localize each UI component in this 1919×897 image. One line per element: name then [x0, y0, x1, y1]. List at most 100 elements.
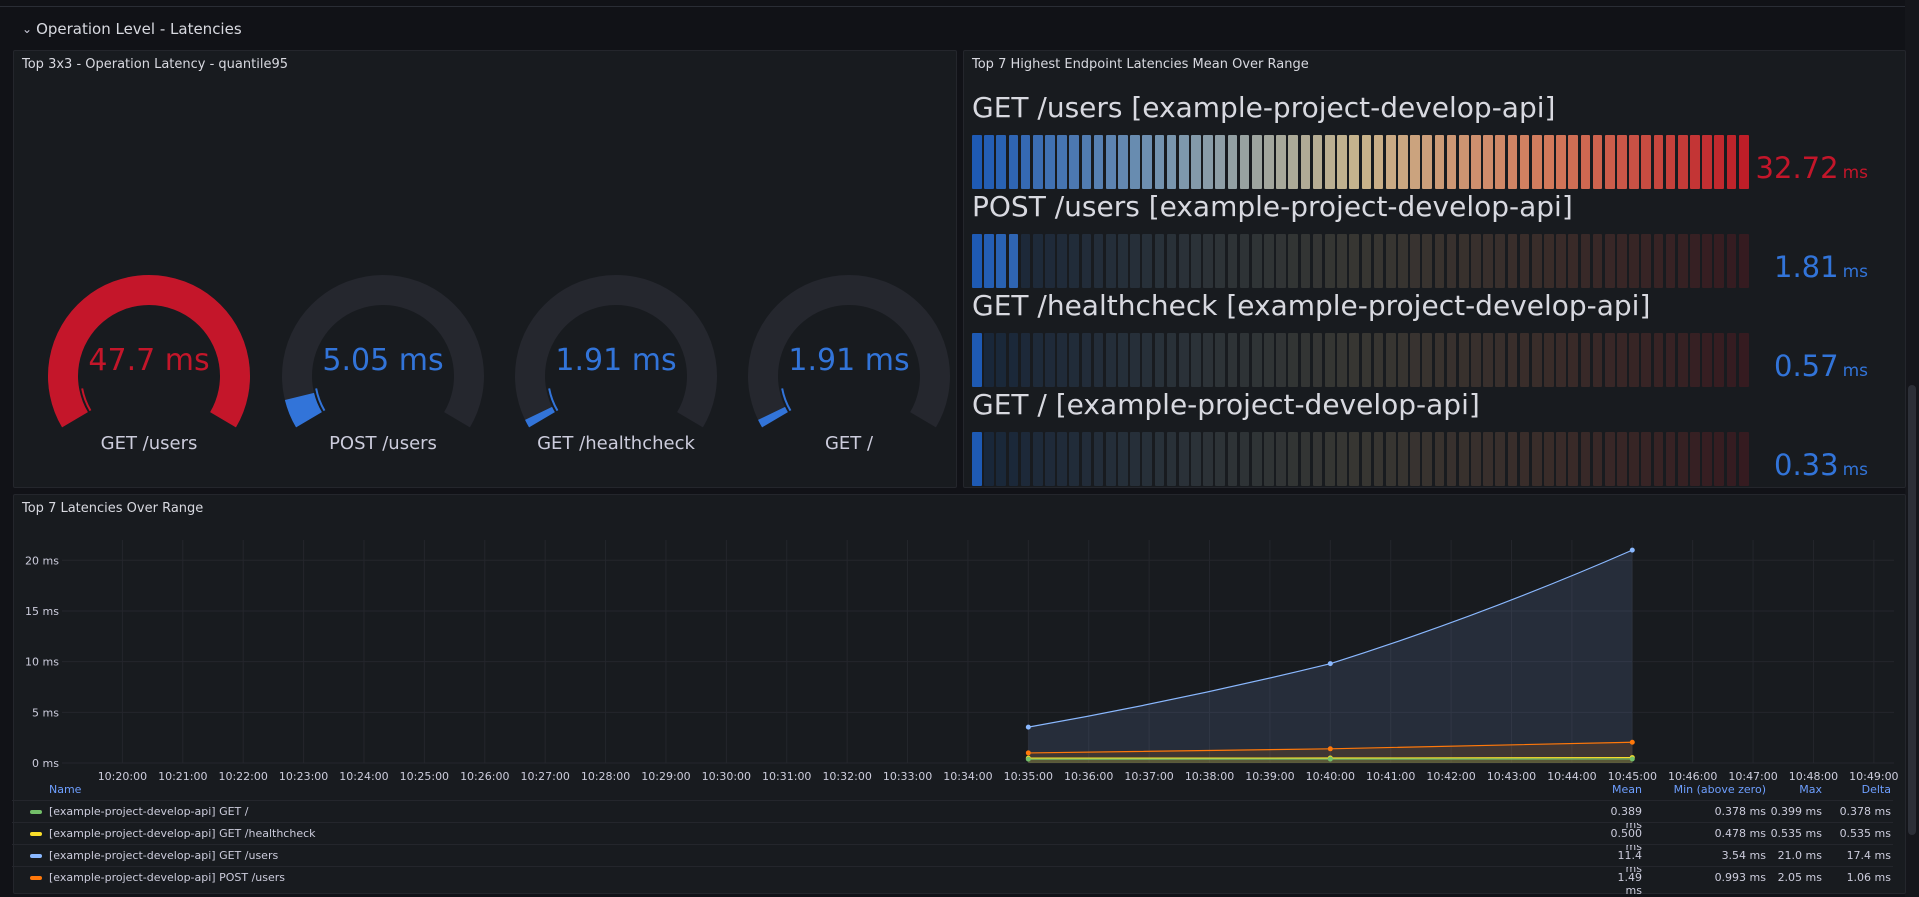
legend-header-mean[interactable]: Mean	[1600, 783, 1642, 796]
bar-gauge-cell	[1032, 333, 1043, 387]
bar-gauge-cell	[996, 432, 1007, 486]
gauge-value: 5.05 ms	[322, 343, 444, 378]
bar-gauge-cell	[1349, 135, 1359, 189]
bar-gauge-cell	[1726, 135, 1737, 189]
bar-gauge-cell	[1276, 432, 1286, 486]
bar-gauge-cell	[1191, 234, 1201, 288]
bar-gauge-cell	[1178, 432, 1189, 486]
bar-gauge-cell	[1434, 333, 1445, 387]
bar-gauge-cell	[1203, 432, 1213, 486]
gauge-fill	[525, 406, 555, 428]
bar-gauge-value: 1.81 ms	[1774, 250, 1868, 284]
panel-title: Top 7 Latencies Over Range	[22, 501, 204, 516]
bar-gauge-cell	[1604, 234, 1615, 288]
bar-gauge-cell	[1312, 234, 1323, 288]
bar-gauge-cell	[1227, 234, 1238, 288]
legend-row[interactable]: [example-project-develop-api] GET /healt…	[12, 822, 1893, 853]
bar-gauge-cell	[1592, 432, 1603, 486]
chevron-down-icon: ⌄	[22, 22, 33, 36]
row-collapse-toggle[interactable]: ⌄ Operation Level - Latencies	[22, 18, 242, 40]
gauge: 1.91 ms GET /healthcheck	[499, 251, 733, 481]
bar-gauge-cell	[1738, 135, 1749, 189]
bar-gauge-cell	[1105, 234, 1116, 288]
bar-gauge-cell	[1191, 432, 1201, 486]
bar-gauge-cell	[1702, 135, 1712, 189]
bar-gauge-cell	[1337, 135, 1347, 189]
bar-gauge-cell	[1422, 234, 1433, 288]
bar-gauge-cell	[1471, 135, 1481, 189]
bar-gauge-cell	[1300, 333, 1311, 387]
bar-gauge-cell	[1458, 135, 1469, 189]
bar-gauge-cell	[1288, 333, 1299, 387]
bar-gauge-cell	[1118, 333, 1128, 387]
legend-series-name[interactable]: [example-project-develop-api] GET /users	[49, 849, 278, 862]
legend-header-name[interactable]: Name	[49, 783, 81, 796]
bar-gauge-cell	[1020, 333, 1031, 387]
legend-row[interactable]: [example-project-develop-api] POST /user…	[12, 866, 1893, 897]
bar-gauge-unit: ms	[1842, 361, 1868, 381]
bar-gauge-cell	[1069, 333, 1080, 387]
legend-header-max[interactable]: Max	[1770, 783, 1822, 796]
legend-header-delta[interactable]: Delta	[1830, 783, 1891, 796]
bar-gauge-cell	[1641, 234, 1652, 288]
bar-gauge-cell	[1580, 432, 1591, 486]
bar-gauge-cell	[1665, 135, 1676, 189]
legend-swatch[interactable]	[30, 854, 42, 858]
bar-gauge-cell	[1361, 432, 1372, 486]
bar-gauge-cell	[1373, 234, 1384, 288]
bar-gauge-cell	[1215, 234, 1226, 288]
legend-header-min[interactable]: Min (above zero)	[1650, 783, 1766, 796]
bar-gauge-cell	[1422, 432, 1433, 486]
bar-gauge-cell	[984, 432, 994, 486]
bar-gauge-cell	[1617, 234, 1627, 288]
bar-gauge-cell	[1203, 333, 1213, 387]
bar-gauge-cell	[1507, 234, 1518, 288]
bar-gauge-cell	[1191, 333, 1201, 387]
legend-series-name[interactable]: [example-project-develop-api] GET /healt…	[49, 827, 316, 840]
bar-gauge-row: POST /users [example-project-develop-api…	[972, 190, 1888, 289]
bar-gauge-cell	[996, 234, 1007, 288]
bar-gauge-cell	[984, 234, 994, 288]
bar-gauge-number: 0.57	[1774, 349, 1839, 383]
legend-row[interactable]: [example-project-develop-api] GET /users…	[12, 844, 1893, 875]
legend-series-name[interactable]: [example-project-develop-api] POST /user…	[49, 871, 285, 884]
gauge-value: 1.91 ms	[555, 343, 677, 378]
bar-gauge-cell	[1154, 234, 1165, 288]
bar-gauge-cell	[1337, 432, 1347, 486]
legend-row[interactable]: [example-project-develop-api] GET /0.389…	[12, 800, 1893, 831]
bar-gauge-cell	[1276, 333, 1286, 387]
bar-gauge-cell	[1251, 432, 1262, 486]
legend-max-value: 21.0 ms	[1777, 849, 1822, 862]
bar-gauge-label: POST /users [example-project-develop-api…	[972, 190, 1573, 223]
bar-gauge-cell	[1227, 135, 1238, 189]
bar-gauge-cell	[1690, 234, 1700, 288]
bar-gauge-row: GET / [example-project-develop-api] 0.33 m…	[972, 388, 1888, 487]
bar-gauge-cell	[1130, 234, 1140, 288]
bar-gauge-cell	[1142, 333, 1153, 387]
bar-gauge-panel: Top 7 Highest Endpoint Latencies Mean Ov…	[963, 50, 1906, 488]
bar-gauge-cell	[1361, 234, 1372, 288]
bar-gauge-cell	[1276, 234, 1286, 288]
bar-gauge-cell	[1629, 135, 1639, 189]
legend-swatch[interactable]	[30, 832, 42, 836]
scrollbar-thumb[interactable]	[1908, 385, 1916, 835]
legend-swatch[interactable]	[30, 876, 42, 880]
bar-gauge-cell	[1105, 135, 1116, 189]
bar-gauge-cell	[1714, 234, 1725, 288]
bar-gauge-number: 32.72	[1755, 151, 1839, 185]
bar-gauge-cell	[1105, 333, 1116, 387]
top-divider	[0, 0, 1905, 7]
legend-min-value: 0.478 ms	[1714, 827, 1766, 840]
bar-gauge-cell	[1251, 135, 1262, 189]
legend-swatch[interactable]	[30, 810, 42, 814]
bar-gauge-cell	[1483, 333, 1493, 387]
bar-gauge-cell	[1726, 234, 1737, 288]
bar-gauge-cell	[1495, 432, 1506, 486]
bar-gauge-cell	[1531, 234, 1542, 288]
bar-gauge-cell	[1081, 333, 1092, 387]
bar-gauge-cell	[1434, 432, 1445, 486]
bar-gauge-cell	[1032, 432, 1043, 486]
legend-series-name[interactable]: [example-project-develop-api] GET /	[49, 805, 248, 818]
bar-gauge-cell	[1324, 234, 1335, 288]
scrollbar[interactable]	[1905, 0, 1919, 897]
